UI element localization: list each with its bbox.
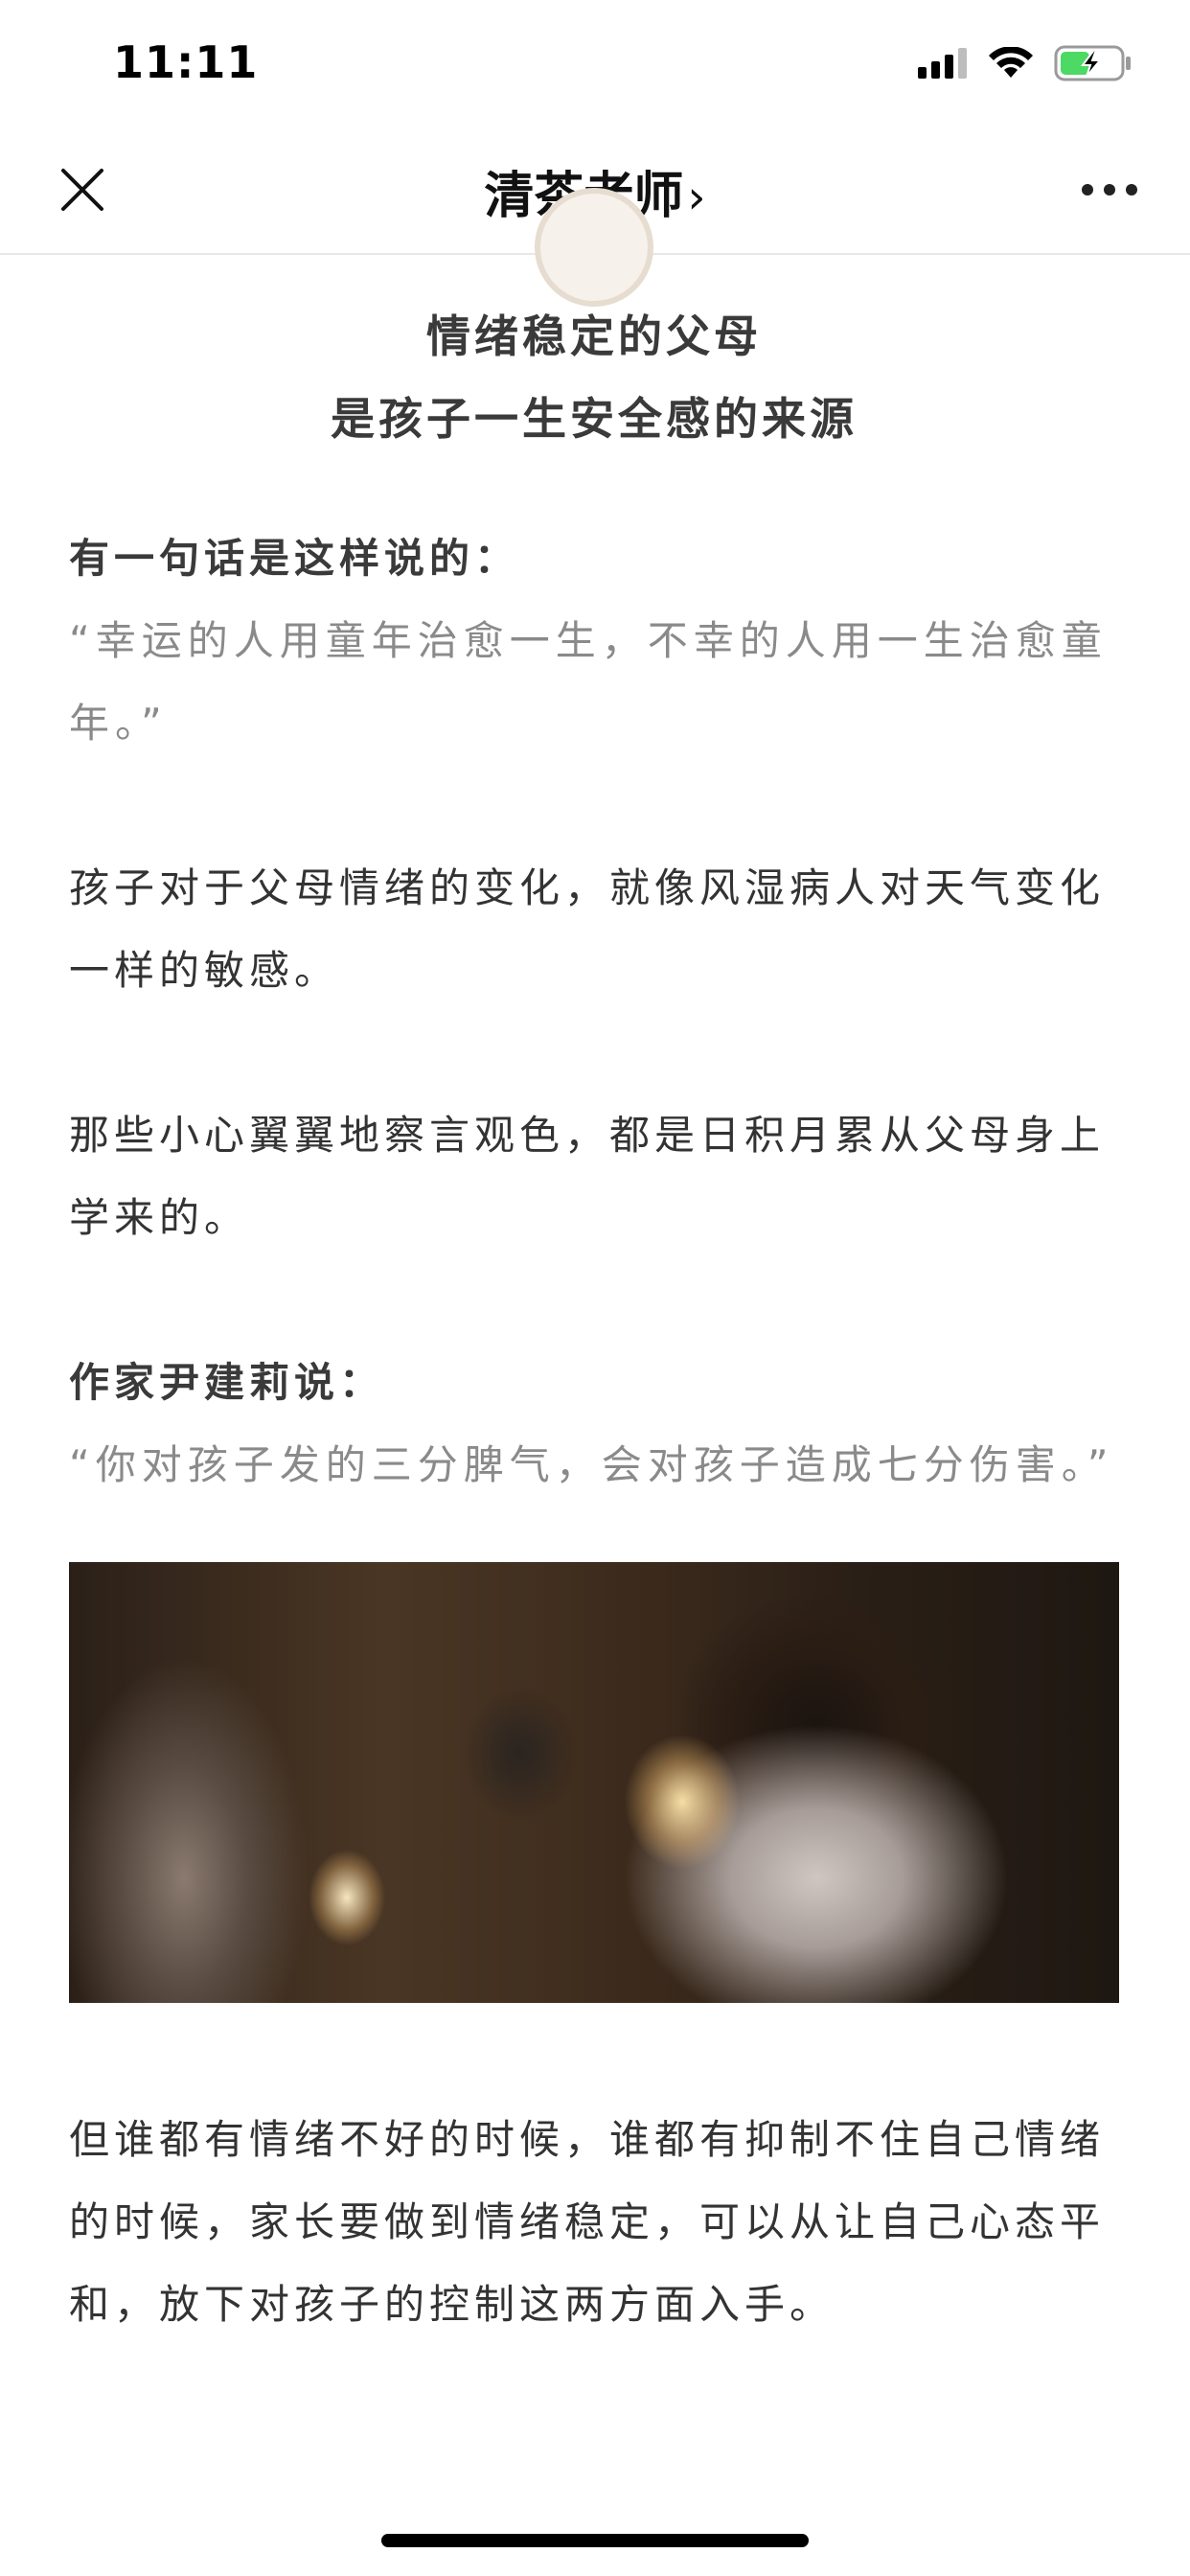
paragraph-2: 孩子对于父母情绪的变化，就像风湿病人对天气变化一样的敏感。 <box>69 864 1106 994</box>
quote-1: “幸运的人用童年治愈一生，不幸的人用一生治愈童年。” <box>69 617 1108 747</box>
wifi-icon <box>989 47 1033 78</box>
home-indicator <box>381 2534 809 2547</box>
battery-charging-icon <box>1054 45 1131 81</box>
more-icon <box>1082 184 1137 196</box>
paragraph-lead-2: 作家尹建莉说： <box>69 1359 385 1406</box>
chevron-right-icon: › <box>687 171 706 224</box>
article-heading: 情绪稳定的父母 是孩子一生安全感的来源 <box>69 295 1119 460</box>
heading-line-2: 是孩子一生安全感的来源 <box>331 393 858 445</box>
paragraph-lead-1: 有一句话是这样说的： <box>69 535 520 582</box>
paragraph-3: 那些小心翼翼地察言观色，都是日积月累从父母身上学来的。 <box>69 1112 1106 1241</box>
signal-icon <box>918 48 967 79</box>
status-time: 11:11 <box>113 36 259 88</box>
article-photo[interactable] <box>69 1562 1119 2003</box>
status-icons <box>918 42 1133 84</box>
avatar-image <box>535 188 653 307</box>
paragraph-5: 但谁都有情绪不好的时候，谁都有抑制不住自己情绪的时候，家长要做到情绪稳定，可以从… <box>69 2116 1106 2328</box>
status-bar: 11:11 <box>0 0 1190 126</box>
quote-2: “你对孩子发的三分脾气，会对孩子造成七分伤害。” <box>69 1441 1114 1488</box>
article-content: 情绪稳定的父母 是孩子一生安全感的来源 有一句话是这样说的： “幸运的人用童年治… <box>69 188 1119 2346</box>
more-button[interactable] <box>1071 165 1148 215</box>
heading-line-1: 情绪稳定的父母 <box>426 310 762 362</box>
